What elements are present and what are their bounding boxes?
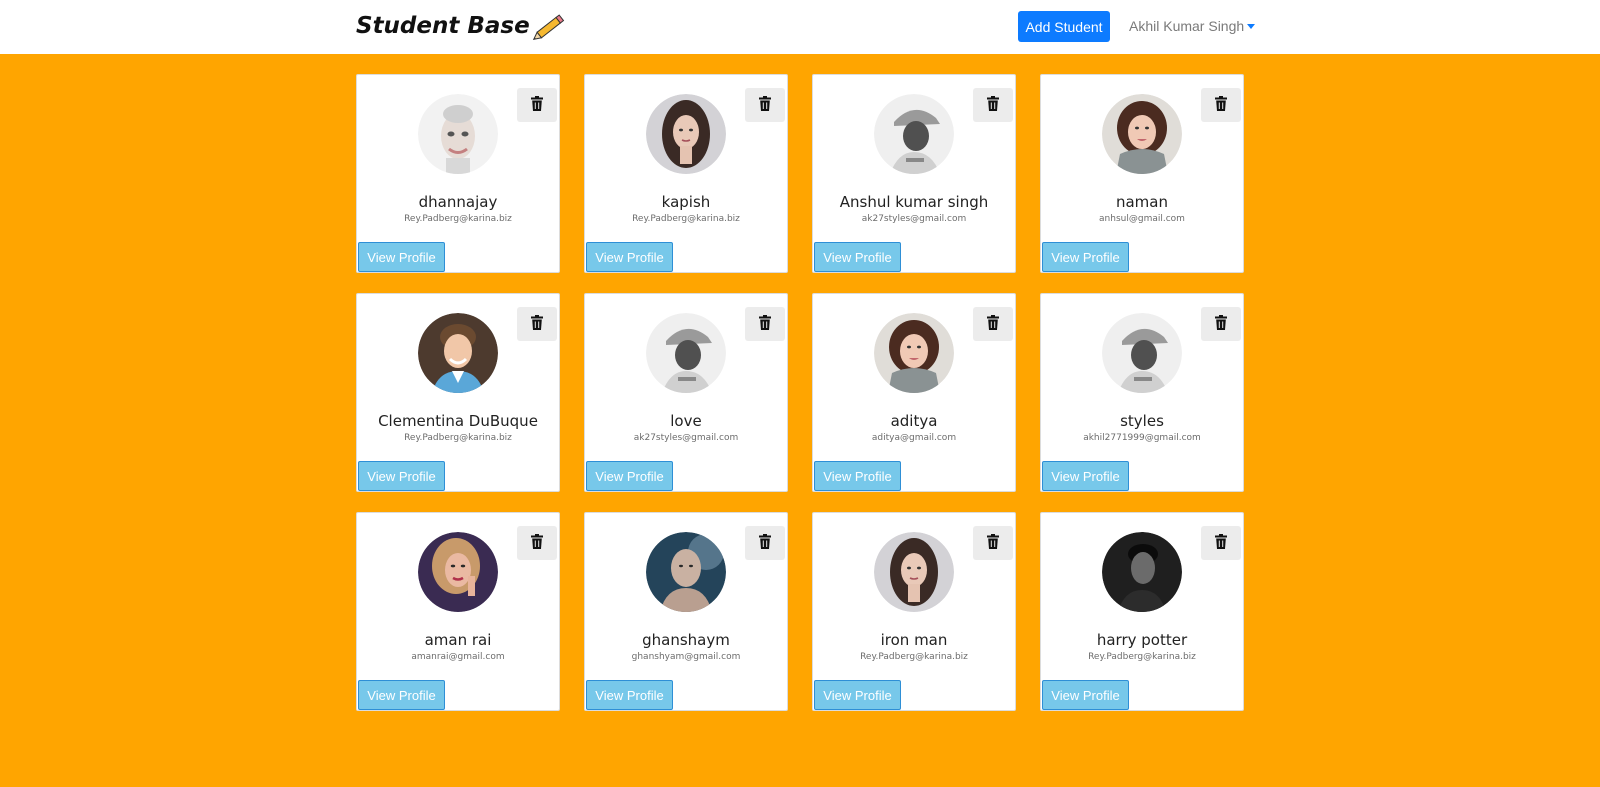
- avatar: [418, 532, 498, 612]
- student-email: amanrai@gmail.com: [411, 652, 505, 662]
- user-dropdown[interactable]: Akhil Kumar Singh: [1129, 18, 1256, 34]
- add-student-button[interactable]: Add Student: [1018, 11, 1110, 42]
- avatar: [418, 94, 498, 174]
- view-profile-button[interactable]: View Profile: [358, 680, 445, 710]
- delete-button[interactable]: [745, 307, 785, 341]
- delete-button[interactable]: [745, 526, 785, 560]
- avatar: [646, 94, 726, 174]
- view-profile-button[interactable]: View Profile: [814, 461, 901, 491]
- trash-icon: [987, 315, 999, 333]
- student-email: ak27styles@gmail.com: [633, 433, 739, 443]
- student-card: ghanshaym ghanshyam@gmail.com View Profile: [584, 512, 788, 711]
- delete-button[interactable]: [1201, 88, 1241, 122]
- delete-button[interactable]: [973, 88, 1013, 122]
- view-profile-button[interactable]: View Profile: [586, 461, 673, 491]
- trash-icon: [759, 315, 771, 333]
- student-card: naman anhsul@gmail.com View Profile: [1040, 74, 1244, 273]
- student-card: aman rai amanrai@gmail.com View Profile: [356, 512, 560, 711]
- student-name: harry potter: [1096, 631, 1188, 649]
- delete-button[interactable]: [517, 526, 557, 560]
- student-email: Rey.Padberg@karina.biz: [1088, 652, 1196, 662]
- view-profile-button[interactable]: View Profile: [358, 242, 445, 272]
- student-name: kapish: [661, 193, 711, 211]
- view-profile-button[interactable]: View Profile: [358, 461, 445, 491]
- student-email: Rey.Padberg@karina.biz: [632, 214, 740, 224]
- view-profile-button[interactable]: View Profile: [1042, 461, 1129, 491]
- navbar: Student Base Add Student Akhil Kumar Sin…: [0, 0, 1600, 54]
- caret-down-icon: [1247, 24, 1256, 29]
- view-profile-button[interactable]: View Profile: [814, 242, 901, 272]
- delete-button[interactable]: [1201, 526, 1241, 560]
- trash-icon: [987, 534, 999, 552]
- student-email: akhil2771999@gmail.com: [1083, 433, 1201, 443]
- student-card: kapish Rey.Padberg@karina.biz View Profile: [584, 74, 788, 273]
- delete-button[interactable]: [1201, 307, 1241, 341]
- trash-icon: [1215, 534, 1227, 552]
- avatar: [1102, 313, 1182, 393]
- student-card: styles akhil2771999@gmail.com View Profile: [1040, 293, 1244, 492]
- trash-icon: [759, 96, 771, 114]
- student-email: Rey.Padberg@karina.biz: [860, 652, 968, 662]
- pencil-icon: [532, 14, 564, 40]
- trash-icon: [531, 534, 543, 552]
- student-name: naman: [1115, 193, 1168, 211]
- avatar: [646, 532, 726, 612]
- student-card: Anshul kumar singh ak27styles@gmail.com Vi…: [812, 74, 1016, 273]
- trash-icon: [1215, 96, 1227, 114]
- user-name: Akhil Kumar Singh: [1129, 18, 1245, 34]
- student-email: ghanshyam@gmail.com: [631, 652, 741, 662]
- avatar: [874, 94, 954, 174]
- student-name: styles: [1120, 412, 1164, 430]
- avatar: [418, 313, 498, 393]
- view-profile-button[interactable]: View Profile: [1042, 242, 1129, 272]
- student-name: aman rai: [424, 631, 492, 649]
- student-name: Anshul kumar singh: [839, 193, 989, 211]
- student-name: aditya: [890, 412, 938, 430]
- student-card: iron man Rey.Padberg@karina.biz View Profi…: [812, 512, 1016, 711]
- student-email: ak27styles@gmail.com: [861, 214, 967, 224]
- trash-icon: [987, 96, 999, 114]
- student-grid: dhannajay Rey.Padberg@karina.biz View Prof…: [356, 74, 1244, 711]
- student-card: dhannajay Rey.Padberg@karina.biz View Prof…: [356, 74, 560, 273]
- student-name: iron man: [880, 631, 948, 649]
- brand-title: Student Base: [356, 13, 530, 39]
- view-profile-button[interactable]: View Profile: [1042, 680, 1129, 710]
- delete-button[interactable]: [517, 307, 557, 341]
- student-email: Rey.Padberg@karina.biz: [404, 214, 512, 224]
- delete-button[interactable]: [745, 88, 785, 122]
- student-email: Rey.Padberg@karina.biz: [404, 433, 512, 443]
- avatar: [1102, 94, 1182, 174]
- student-card: aditya aditya@gmail.com View Profile: [812, 293, 1016, 492]
- view-profile-button[interactable]: View Profile: [586, 242, 673, 272]
- student-card: harry potter Rey.Padberg@karina.biz View P…: [1040, 512, 1244, 711]
- avatar: [874, 313, 954, 393]
- student-card: love ak27styles@gmail.com View Profile: [584, 293, 788, 492]
- student-email: anhsul@gmail.com: [1099, 214, 1185, 224]
- brand-logo[interactable]: Student Base: [356, 12, 568, 40]
- delete-button[interactable]: [973, 526, 1013, 560]
- student-email: aditya@gmail.com: [871, 433, 957, 443]
- trash-icon: [1215, 315, 1227, 333]
- student-name: dhannajay: [418, 193, 498, 211]
- view-profile-button[interactable]: View Profile: [814, 680, 901, 710]
- avatar: [1102, 532, 1182, 612]
- avatar: [874, 532, 954, 612]
- student-name: ghanshaym: [642, 631, 730, 649]
- view-profile-button[interactable]: View Profile: [586, 680, 673, 710]
- delete-button[interactable]: [517, 88, 557, 122]
- student-card: Clementina DuBuque Rey.Padberg@karina.biz…: [356, 293, 560, 492]
- trash-icon: [759, 534, 771, 552]
- trash-icon: [531, 96, 543, 114]
- delete-button[interactable]: [973, 307, 1013, 341]
- student-name: love: [670, 412, 702, 430]
- avatar: [646, 313, 726, 393]
- trash-icon: [531, 315, 543, 333]
- student-name: Clementina DuBuque: [378, 412, 538, 430]
